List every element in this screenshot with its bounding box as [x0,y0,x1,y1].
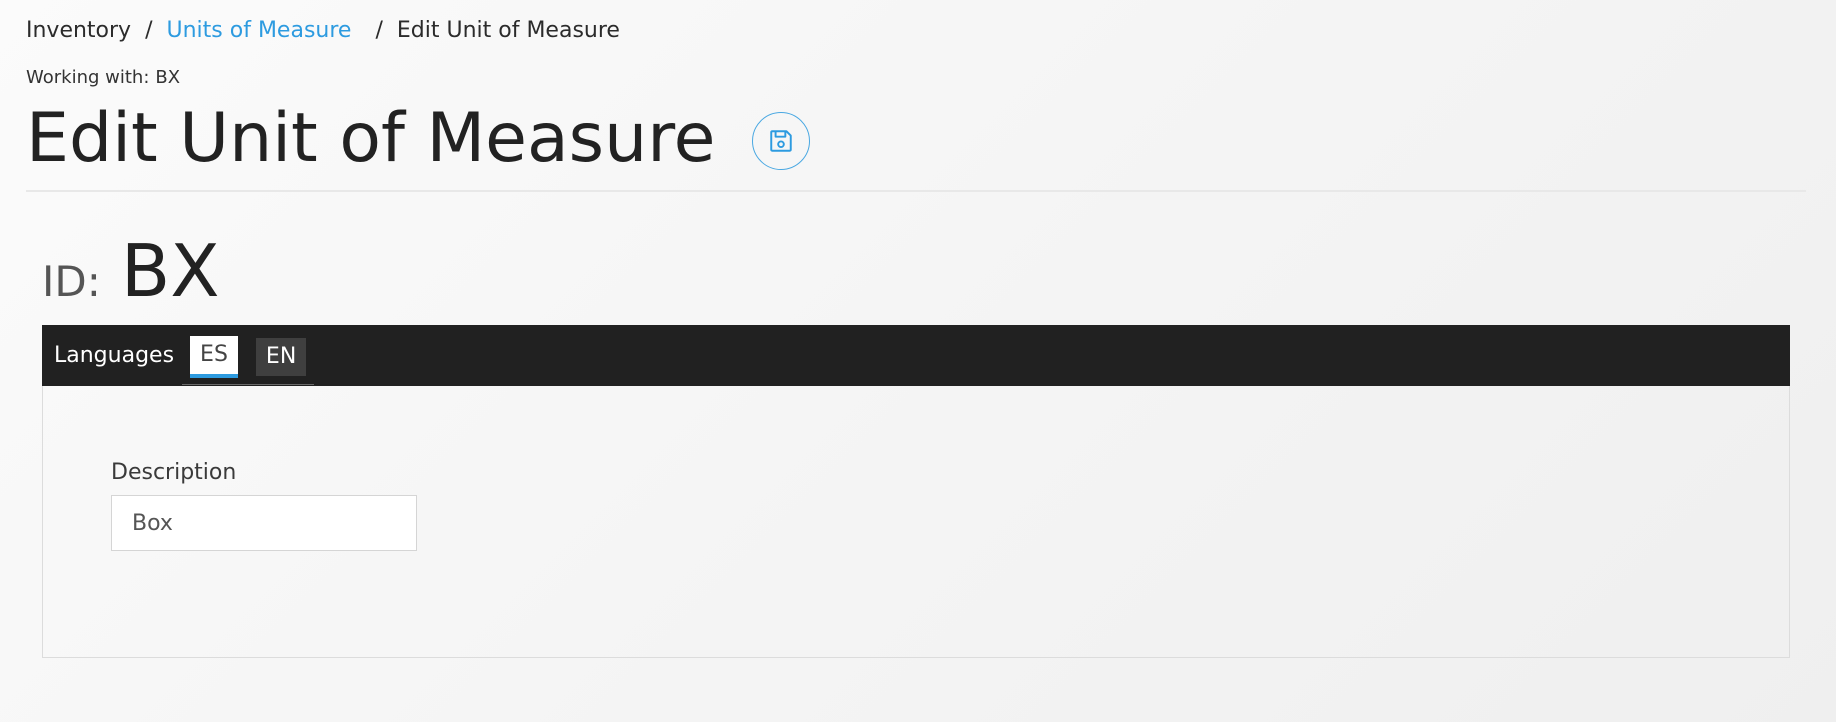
working-with-label: Working with: [26,67,150,88]
tab-en[interactable]: EN [255,338,307,376]
id-label: ID: [42,257,101,306]
description-field: Description [111,460,417,551]
description-input[interactable] [111,495,417,551]
breadcrumb-separator: / [375,18,383,43]
page-title: Edit Unit of Measure [26,99,716,178]
description-label: Description [111,460,237,485]
id-value: BX [120,229,220,313]
title-row: Edit Unit of Measure [26,97,810,181]
language-tabs: ES EN [182,331,315,385]
breadcrumb-units-of-measure-link[interactable]: Units of Measure [167,17,352,45]
breadcrumb-current: Edit Unit of Measure [396,18,620,43]
tab-es[interactable]: ES [190,336,238,378]
breadcrumb-inventory[interactable]: Inventory [26,17,131,45]
languages-bar: Languages ES EN [42,325,1790,386]
record-id: ID: BX [42,233,220,309]
save-button[interactable] [751,112,810,170]
breadcrumb-separator: / [145,18,153,43]
languages-label: Languages [54,343,175,368]
breadcrumb: Inventory / Units of Measure / Edit Unit… [26,17,620,45]
edit-unit-page: Inventory / Units of Measure / Edit Unit… [0,0,1836,722]
working-with-value: BX [155,67,181,88]
language-content-panel: Description [42,386,1790,658]
title-divider [26,190,1806,192]
save-disk-icon [768,128,794,154]
working-with-indicator: Working with: BX [26,67,180,89]
